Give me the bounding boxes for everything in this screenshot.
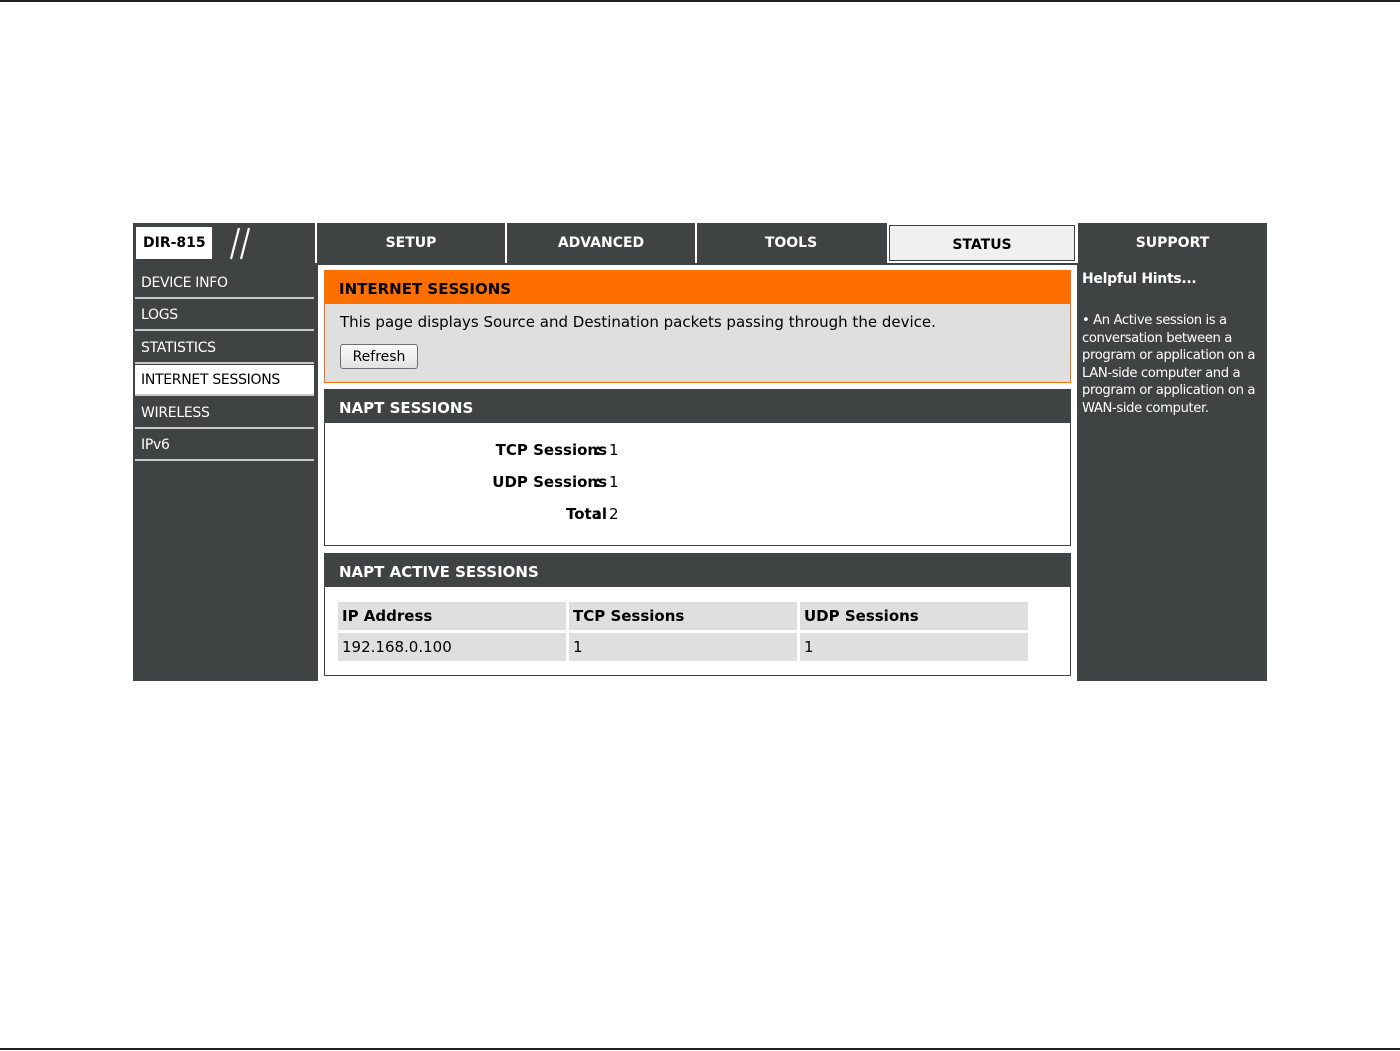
helpful-hints-panel: Helpful Hints... • An Active session is … xyxy=(1077,265,1267,681)
sidebar-item-statistics[interactable]: STATISTICS xyxy=(135,333,314,364)
internet-sessions-title: INTERNET SESSIONS xyxy=(325,271,1070,304)
active-sessions-table: IP Address TCP Sessions UDP Sessions 192… xyxy=(335,599,1031,664)
column-header-tcp-sessions: TCP Sessions xyxy=(569,602,797,630)
napt-stat-row-total: Total : 2 xyxy=(325,505,1070,529)
cell-ip-address: 192.168.0.100 xyxy=(338,633,566,661)
tab-setup[interactable]: SETUP xyxy=(315,223,505,263)
cell-udp-sessions: 1 xyxy=(800,633,1028,661)
bottom-rule xyxy=(0,1048,1400,1050)
router-admin-frame: DIR-815 SETUP ADVANCED TOOLS STATUS SUPP… xyxy=(133,223,1267,681)
sidebar-item-ipv6[interactable]: IPv6 xyxy=(135,430,314,461)
internet-sessions-section: INTERNET SESSIONS This page displays Sou… xyxy=(324,270,1071,383)
internet-sessions-description: This page displays Source and Destinatio… xyxy=(340,313,936,331)
sidebar-item-logs[interactable]: LOGS xyxy=(135,300,314,331)
sidebar-item-wireless[interactable]: WIRELESS xyxy=(135,398,314,429)
logo-slashes-icon xyxy=(229,227,251,260)
napt-stat-value: 1 xyxy=(609,441,619,459)
tab-support[interactable]: SUPPORT xyxy=(1076,223,1267,263)
napt-stat-label: UDP Sessions xyxy=(492,473,607,491)
napt-stat-value: 2 xyxy=(609,505,619,523)
cell-tcp-sessions: 1 xyxy=(569,633,797,661)
napt-active-sessions-section: NAPT ACTIVE SESSIONS IP Address TCP Sess… xyxy=(324,553,1071,676)
napt-stat-label: TCP Sessions xyxy=(495,441,607,459)
table-header-row: IP Address TCP Sessions UDP Sessions xyxy=(338,602,1028,630)
napt-stat-colon: : xyxy=(595,441,601,459)
sidebar-item-internet-sessions[interactable]: INTERNET SESSIONS xyxy=(135,365,314,396)
napt-stat-colon: : xyxy=(595,505,601,523)
helpful-hints-text: • An Active session is a conversation be… xyxy=(1082,313,1256,416)
tab-tools[interactable]: TOOLS xyxy=(695,223,885,263)
model-badge: DIR-815 xyxy=(136,227,212,259)
helpful-hints-title: Helpful Hints... xyxy=(1082,271,1197,287)
tab-advanced[interactable]: ADVANCED xyxy=(505,223,695,263)
napt-sessions-title: NAPT SESSIONS xyxy=(325,390,1070,423)
napt-sessions-section: NAPT SESSIONS TCP Sessions : 1 UDP Sessi… xyxy=(324,389,1071,546)
napt-stat-colon: : xyxy=(595,473,601,491)
table-row: 192.168.0.100 1 1 xyxy=(338,633,1028,661)
column-header-ip-address: IP Address xyxy=(338,602,566,630)
tab-status[interactable]: STATUS xyxy=(887,223,1077,263)
sidebar-item-device-info[interactable]: DEVICE INFO xyxy=(135,268,314,299)
top-rule xyxy=(0,0,1400,2)
column-header-udp-sessions: UDP Sessions xyxy=(800,602,1028,630)
napt-stat-row-udp: UDP Sessions : 1 xyxy=(325,473,1070,497)
refresh-button[interactable]: Refresh xyxy=(340,344,418,369)
main-content: INTERNET SESSIONS This page displays Sou… xyxy=(318,265,1077,681)
napt-stat-row-tcp: TCP Sessions : 1 xyxy=(325,441,1070,465)
logo-area: DIR-815 xyxy=(133,223,315,263)
sidebar: DEVICE INFO LOGS STATISTICS INTERNET SES… xyxy=(133,265,316,681)
napt-active-sessions-title: NAPT ACTIVE SESSIONS xyxy=(325,554,1070,587)
napt-stat-value: 1 xyxy=(609,473,619,491)
